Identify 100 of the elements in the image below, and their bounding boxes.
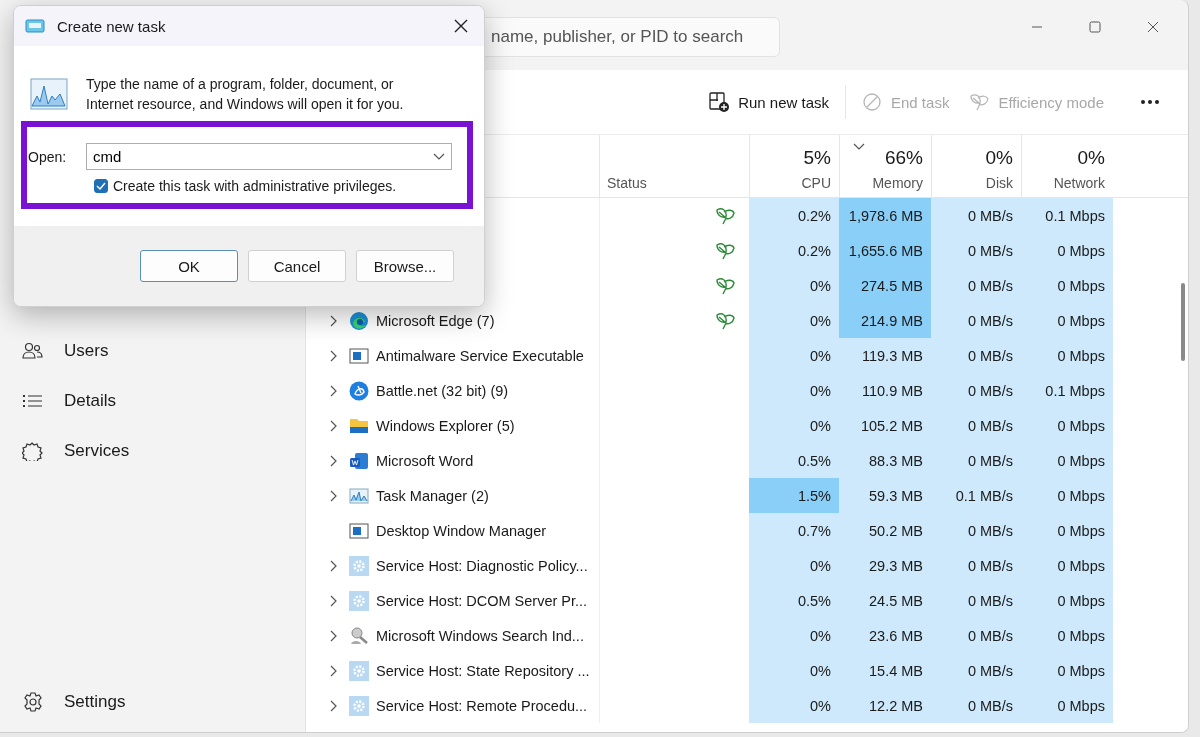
app-window-icon <box>349 345 369 366</box>
table-cell: 0.5% <box>749 583 839 618</box>
process-name: Task Manager (2) <box>376 487 489 504</box>
table-cell: 0 Mbps <box>1021 408 1113 443</box>
sidebar-item[interactable]: Details <box>0 383 305 419</box>
table-cell: 0 Mbps <box>1021 478 1113 513</box>
dialog-button[interactable]: Browse... <box>356 250 454 282</box>
column-label: Network <box>1053 175 1105 191</box>
column-label: CPU <box>801 175 831 191</box>
table-cell: 1,978.6 MB <box>839 198 931 233</box>
table-cell: 12.2 MB <box>839 688 931 723</box>
chevron-icon <box>330 419 338 432</box>
leaf-icon <box>969 91 991 113</box>
toolbar-button[interactable]: Run new task <box>699 84 839 120</box>
table-cell: 0 MB/s <box>931 408 1021 443</box>
process-name: Microsoft Windows Search Ind... <box>376 627 584 644</box>
table-cell: 110.9 MB <box>839 373 931 408</box>
close-icon <box>1147 21 1159 33</box>
table-cell: 0.1 MB/s <box>931 478 1021 513</box>
checkbox[interactable] <box>94 179 108 193</box>
swirl-app-icon <box>349 380 369 401</box>
chevron-icon <box>330 349 338 362</box>
table-cell: 0% <box>749 653 839 688</box>
table-cell: 0 MB/s <box>931 373 1021 408</box>
chevron-icon <box>330 594 338 607</box>
sidebar-item[interactable]: Services <box>0 433 305 469</box>
table-cell: 29.3 MB <box>839 548 931 583</box>
app-window-icon <box>349 520 369 541</box>
table-cell: 0 Mbps <box>1021 688 1113 723</box>
dropdown-caret-icon <box>433 153 445 161</box>
table-cell: 24.5 MB <box>839 583 931 618</box>
table-cell: 15.4 MB <box>839 653 931 688</box>
table-cell: 0 MB/s <box>931 268 1021 303</box>
table-cell: 0% <box>749 688 839 723</box>
table-cell: 0 MB/s <box>931 443 1021 478</box>
leaf-icon <box>715 240 737 261</box>
table-cell: 0 MB/s <box>931 233 1021 268</box>
settings-item[interactable]: Settings <box>0 684 305 720</box>
close-icon <box>454 19 468 33</box>
process-name: Service Host: Diagnostic Policy... <box>376 557 588 574</box>
table-cell: 0 MB/s <box>931 618 1021 653</box>
table-cell: 0 MB/s <box>931 198 1021 233</box>
open-combo-box[interactable]: cmd <box>86 143 452 170</box>
table-cell: 0.1 Mbps <box>1021 198 1113 233</box>
table-cell: 0.2% <box>749 233 839 268</box>
chevron-icon <box>330 489 338 502</box>
leaf-icon <box>715 310 737 331</box>
settings-icon <box>22 692 44 712</box>
leaf-icon <box>715 205 737 226</box>
table-cell: 0 MB/s <box>931 513 1021 548</box>
sidebar-item[interactable]: Users <box>0 333 305 369</box>
dialog-message: Type the name of a program, folder, document, or Internet resource, and Windows will open it for you. <box>86 75 405 114</box>
process-name: Microsoft Edge (7) <box>376 312 495 329</box>
chevron-icon <box>330 664 338 677</box>
chart-icon <box>30 78 68 110</box>
table-cell: 105.2 MB <box>839 408 931 443</box>
scrollbar-thumb[interactable] <box>1181 283 1185 361</box>
maximize-icon <box>1089 21 1101 33</box>
column-label: Disk <box>985 175 1013 191</box>
column-header[interactable]: Status <box>599 135 749 198</box>
checkbox-label: Create this task with administrative privileges. <box>113 178 397 194</box>
run-task-icon <box>709 91 731 113</box>
gear-icon <box>349 660 369 681</box>
word-icon <box>349 450 369 471</box>
table-cell: 0 Mbps <box>1021 513 1113 548</box>
table-cell: 0 MB/s <box>931 583 1021 618</box>
table-cell: 88.3 MB <box>839 443 931 478</box>
chevron-icon <box>330 559 338 572</box>
table-cell: 59.3 MB <box>839 478 931 513</box>
table-cell: 1,655.6 MB <box>839 233 931 268</box>
table-cell: 0 Mbps <box>1021 583 1113 618</box>
chevron-icon <box>330 454 338 467</box>
table-cell: 214.9 MB <box>839 303 931 338</box>
users-icon <box>22 341 44 361</box>
column-percent: 0% <box>985 147 1013 169</box>
process-name: Battle.net (32 bit) (9) <box>376 382 509 399</box>
table-cell: 0% <box>749 303 839 338</box>
column-label: Memory <box>872 175 923 191</box>
table-cell: 1.5% <box>749 478 839 513</box>
process-name: Microsoft Word <box>376 452 474 469</box>
table-cell: 0 Mbps <box>1021 303 1113 338</box>
table-cell: 23.6 MB <box>839 618 931 653</box>
column-percent: 5% <box>803 147 831 169</box>
process-name: Service Host: Remote Procedu... <box>376 697 588 714</box>
sort-caret-icon <box>853 143 865 151</box>
table-cell: 274.5 MB <box>839 268 931 303</box>
table-cell: 0.2% <box>749 198 839 233</box>
process-name: Service Host: DCOM Server Pr... <box>376 592 588 609</box>
dialog-button[interactable]: OK <box>140 250 238 282</box>
magnifier-icon <box>349 625 369 646</box>
table-cell: 0% <box>749 548 839 583</box>
dialog-button[interactable]: Cancel <box>248 250 346 282</box>
table-cell: 0.5% <box>749 443 839 478</box>
table-cell: 0% <box>749 408 839 443</box>
table-cell: 0% <box>749 338 839 373</box>
checkmark-icon <box>96 182 106 190</box>
column-percent: 0% <box>1077 147 1105 169</box>
chart-icon <box>349 485 369 506</box>
gear-icon <box>349 590 369 611</box>
chevron-icon <box>330 314 338 327</box>
